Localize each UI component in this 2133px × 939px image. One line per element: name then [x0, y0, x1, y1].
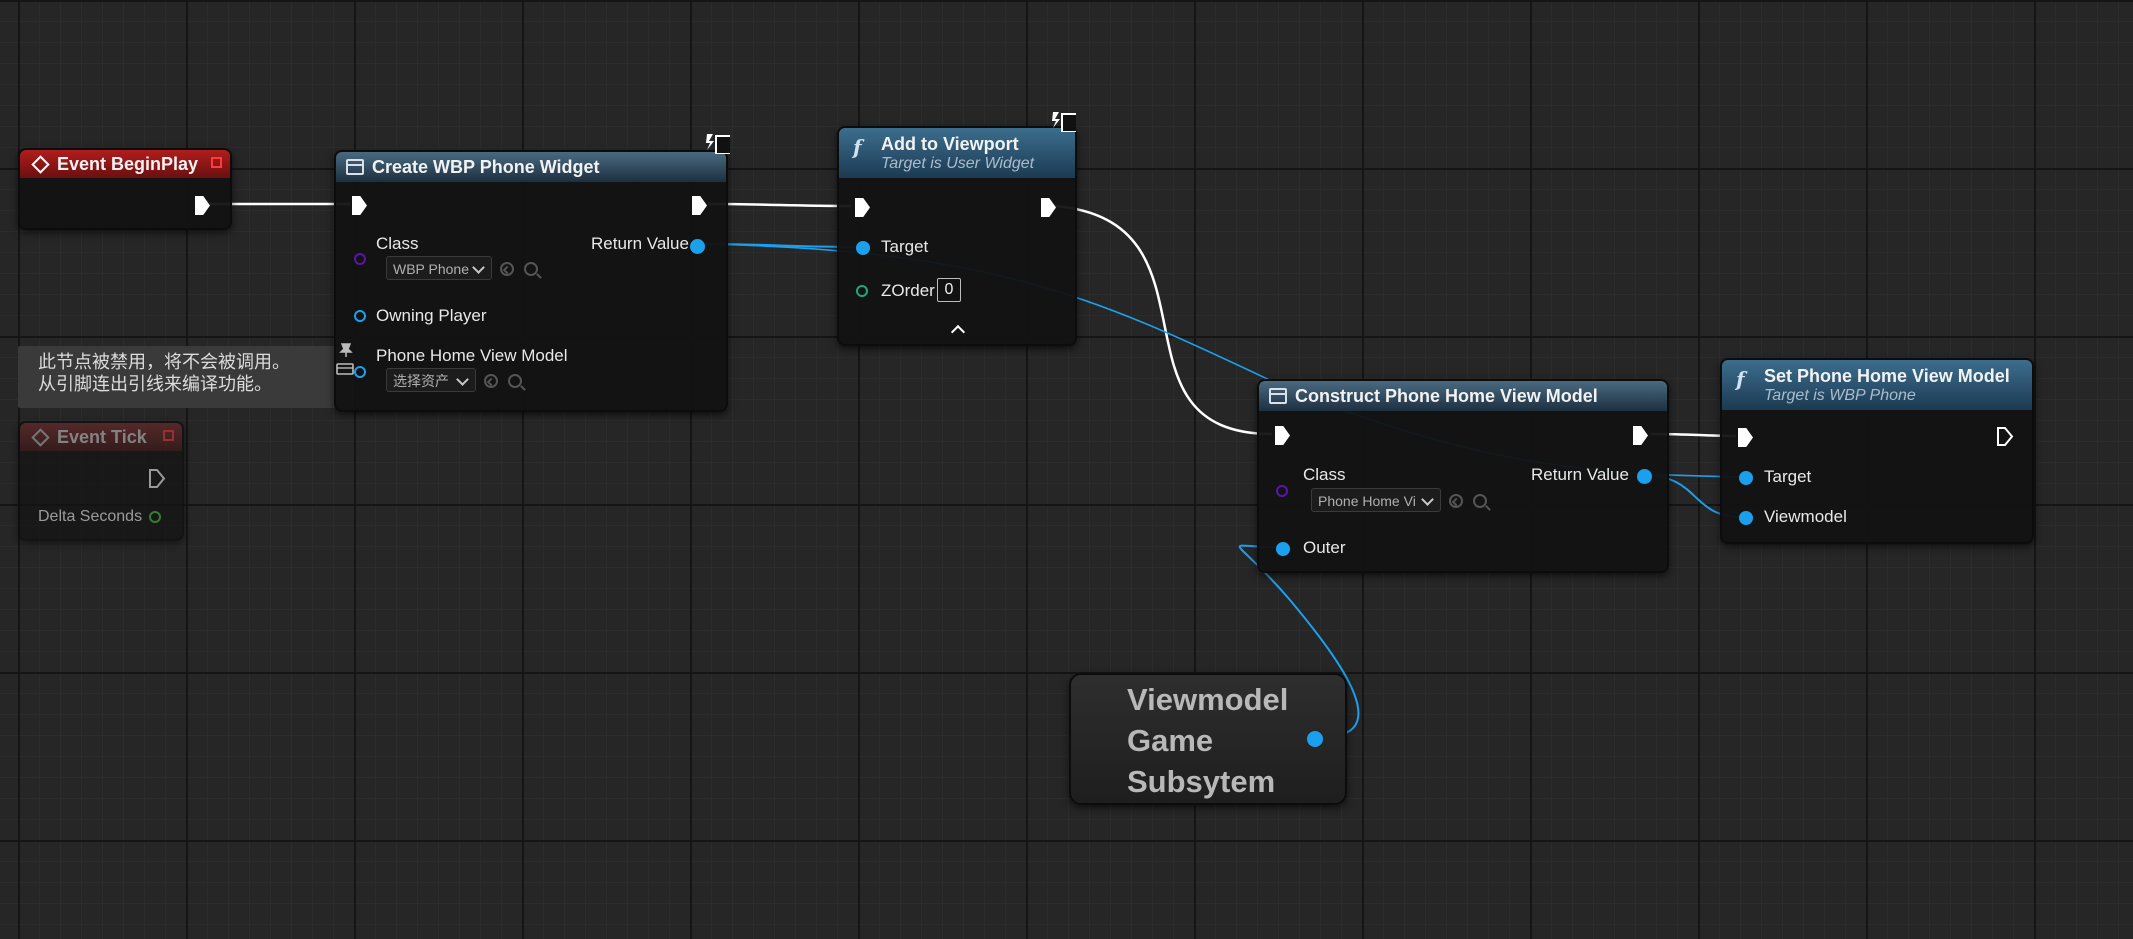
target-pin[interactable] [1739, 471, 1753, 485]
viewmodel-game-subsystem-node[interactable]: Viewmodel Game Subsytem [1069, 673, 1347, 805]
event-tick-title: Event Tick [57, 426, 147, 447]
browse-icon[interactable] [508, 374, 522, 388]
viewmodel-pin[interactable] [1739, 511, 1753, 525]
return-value-pin[interactable] [690, 239, 705, 254]
return-value-label: Return Value [1531, 465, 1629, 484]
tooltip-line-2: 从引脚连出引线来编译功能。 [38, 374, 272, 395]
event-tick-header: Event Tick [20, 423, 182, 451]
event-diamond-icon [31, 154, 50, 174]
exec-out-pin[interactable] [1041, 198, 1056, 217]
class-pin[interactable] [354, 253, 366, 265]
exec-out-pin[interactable] [195, 196, 210, 215]
zorder-label: ZOrder [881, 281, 935, 300]
target-label: Target [881, 237, 929, 256]
outer-label: Outer [1303, 538, 1346, 557]
exec-in-pin[interactable] [855, 198, 870, 217]
exec-out-pin[interactable] [692, 196, 707, 215]
widget-icon [1269, 388, 1287, 404]
construct-viewmodel-title: Construct Phone Home View Model [1295, 385, 1598, 406]
phone-vm-dropdown-value: 选择资产 [393, 373, 449, 389]
set-viewmodel-subtitle: Target is WBP Phone [1764, 386, 1916, 404]
owning-player-label: Owning Player [376, 306, 487, 325]
phone-vm-label: Phone Home View Model [376, 346, 568, 365]
chevron-down-icon [472, 261, 485, 274]
subsystem-title-line-1: Viewmodel [1127, 682, 1289, 717]
exec-wire-viewport-construct [1053, 204, 1273, 436]
use-selected-icon[interactable] [1449, 494, 1463, 508]
phone-vm-dropdown[interactable]: 选择资产 [386, 368, 476, 392]
set-viewmodel-node[interactable]: f Set Phone Home View Model Target is WB… [1720, 358, 2034, 544]
class-dropdown[interactable]: WBP Phone [386, 256, 492, 280]
event-delegate-icon [163, 430, 174, 441]
add-to-viewport-subtitle: Target is User Widget [881, 154, 1035, 172]
exec-in-pin[interactable] [352, 196, 367, 215]
pin-icon[interactable] [338, 342, 354, 358]
function-icon: f [1736, 367, 1745, 391]
set-viewmodel-header: f Set Phone Home View Model Target is WB… [1722, 360, 2032, 410]
exec-wire-create-viewport [707, 202, 852, 208]
browse-icon[interactable] [524, 262, 538, 276]
create-widget-node[interactable]: Create WBP Phone Widget Class WBP Phone … [334, 150, 728, 412]
exec-out-pin[interactable] [148, 468, 166, 489]
delta-seconds-label: Delta Seconds [38, 508, 143, 525]
create-widget-title: Create WBP Phone Widget [372, 156, 600, 177]
zorder-input[interactable]: 0 [937, 278, 961, 302]
client-only-monitor-icon [1052, 112, 1076, 132]
event-delegate-icon [211, 157, 222, 168]
class-label: Class [376, 234, 419, 253]
owning-player-pin[interactable] [354, 310, 366, 322]
class-pin[interactable] [1276, 485, 1288, 497]
chevron-down-icon [1421, 493, 1434, 506]
function-icon: f [853, 135, 862, 159]
use-selected-icon[interactable] [500, 262, 514, 276]
chevron-down-icon [456, 373, 469, 386]
client-only-monitor-icon [706, 134, 730, 154]
target-label: Target [1764, 467, 1812, 486]
phone-vm-pin[interactable] [354, 366, 366, 378]
subsystem-output-pin[interactable] [1307, 731, 1323, 747]
event-diamond-icon [31, 427, 50, 447]
target-pin[interactable] [856, 241, 870, 255]
event-beginplay-header: Event BeginPlay [20, 150, 230, 178]
exec-in-pin[interactable] [1738, 428, 1753, 447]
collapse-advanced-icon[interactable] [950, 324, 966, 340]
class-dropdown-value: WBP Phone [393, 261, 470, 277]
class-dropdown[interactable]: Phone Home Vi [1311, 488, 1441, 512]
set-viewmodel-title: Set Phone Home View Model [1764, 365, 2010, 386]
subsystem-title-line-3: Subsytem [1127, 764, 1276, 799]
add-to-viewport-node[interactable]: f Add to Viewport Target is User Widget … [837, 126, 1077, 346]
class-label: Class [1303, 465, 1346, 484]
event-tick-node[interactable]: Event Tick Delta Seconds [18, 421, 184, 541]
widget-icon [346, 159, 364, 175]
class-dropdown-value: Phone Home Vi [1318, 493, 1416, 509]
zorder-pin[interactable] [856, 285, 868, 297]
delta-seconds-pin[interactable] [149, 511, 161, 523]
exec-out-pin[interactable] [1996, 426, 2014, 447]
watch-icon[interactable] [336, 362, 354, 376]
event-beginplay-node[interactable]: Event BeginPlay [18, 148, 232, 230]
construct-viewmodel-node[interactable]: Construct Phone Home View Model Class Ph… [1257, 379, 1669, 573]
exec-in-pin[interactable] [1275, 426, 1290, 445]
disabled-node-tooltip: 此节点被禁用，将不会被调用。 从引脚连出引线来编译功能。 [18, 346, 354, 408]
browse-icon[interactable] [1473, 494, 1487, 508]
viewmodel-label: Viewmodel [1764, 507, 1847, 526]
create-widget-header: Create WBP Phone Widget [336, 152, 726, 182]
subsystem-title-line-2: Game [1127, 723, 1214, 758]
tooltip-line-1: 此节点被禁用，将不会被调用。 [38, 352, 290, 373]
event-beginplay-title: Event BeginPlay [57, 153, 199, 174]
exec-out-pin[interactable] [1633, 426, 1648, 445]
subsystem-title: Viewmodel Game Subsytem [1127, 679, 1307, 802]
outer-pin[interactable] [1276, 542, 1290, 556]
return-value-label: Return Value [591, 234, 689, 253]
return-value-pin[interactable] [1637, 469, 1652, 484]
add-to-viewport-title: Add to Viewport [881, 133, 1019, 154]
use-selected-icon[interactable] [484, 374, 498, 388]
construct-viewmodel-header: Construct Phone Home View Model [1259, 381, 1667, 411]
add-to-viewport-header: f Add to Viewport Target is User Widget [839, 128, 1075, 178]
